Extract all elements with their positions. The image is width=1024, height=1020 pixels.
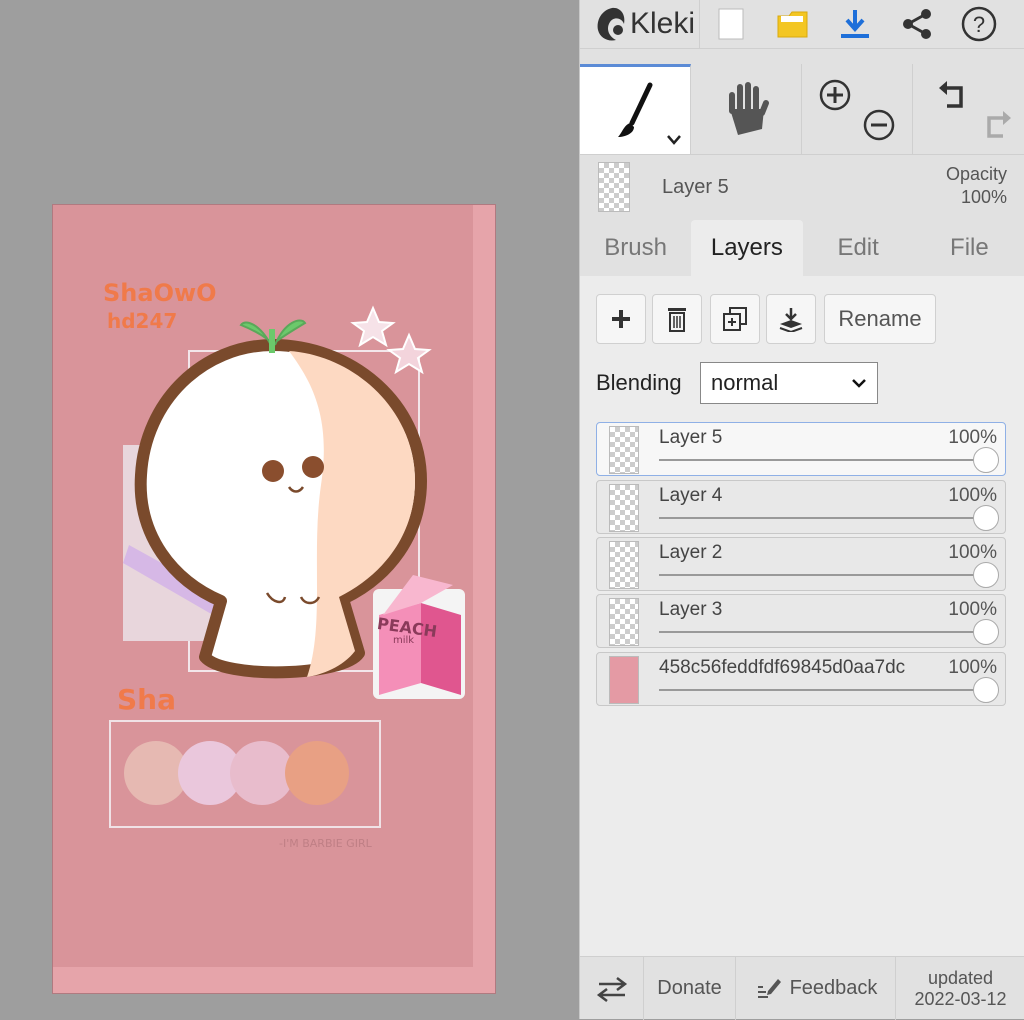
updated-label: updated xyxy=(927,967,994,988)
current-layer-thumbnail xyxy=(598,162,630,212)
duplicate-layer-button[interactable] xyxy=(710,294,760,344)
bottom-bar: Donate Feedback updated 2022-03-12 xyxy=(580,956,1024,1020)
feedback-icon xyxy=(757,978,781,998)
zoom-controls xyxy=(802,64,913,154)
layer-opacity-handle[interactable] xyxy=(973,619,999,645)
zoom-in-icon[interactable] xyxy=(818,78,852,112)
artwork-caption: -I'M BARBIE GIRL xyxy=(279,837,372,850)
merge-down-icon xyxy=(779,308,803,332)
side-panel: Kleki ? Layer 5 Opacity 100% Brush Layer… xyxy=(579,0,1024,1020)
chevron-down-icon xyxy=(852,379,866,388)
layer-name: Layer 4 xyxy=(659,485,723,506)
layer-item[interactable]: 458c56feddfdf69845d0aa7dc 100% xyxy=(596,652,1006,706)
blending-label: Blending xyxy=(596,370,682,395)
undo-icon[interactable] xyxy=(937,78,971,112)
redo-icon[interactable] xyxy=(979,108,1013,142)
rename-layer-button[interactable]: Rename xyxy=(824,294,936,344)
app-name: Kleki xyxy=(630,7,696,40)
swap-arrows-icon xyxy=(596,976,627,1002)
layer-thumbnail xyxy=(609,484,639,532)
layer-opacity: 100% xyxy=(948,542,997,563)
tool-row xyxy=(580,64,1024,155)
artwork-name: ShaOwO xyxy=(103,279,217,307)
layer-opacity: 100% xyxy=(948,657,997,678)
layer-opacity-slider[interactable] xyxy=(659,689,985,691)
svg-text:?: ? xyxy=(973,12,985,37)
layer-thumbnail xyxy=(609,541,639,589)
trash-icon xyxy=(668,308,686,332)
layer-opacity-handle[interactable] xyxy=(973,447,999,473)
layer-opacity-slider[interactable] xyxy=(659,517,985,519)
help-button[interactable]: ? xyxy=(948,0,1010,48)
merge-layer-button[interactable] xyxy=(766,294,816,344)
top-toolbar: Kleki ? xyxy=(580,0,1024,49)
layer-opacity-slider[interactable] xyxy=(659,631,985,633)
layer-opacity-handle[interactable] xyxy=(973,677,999,703)
layer-opacity-handle[interactable] xyxy=(973,562,999,588)
canvas-area[interactable]: ShaOwO hd247 Sha PEACH milk -I'M BARBIE … xyxy=(0,0,579,1019)
drawing-canvas[interactable]: ShaOwO hd247 Sha PEACH milk -I'M BARBIE … xyxy=(52,204,496,994)
delete-layer-button[interactable] xyxy=(652,294,702,344)
milk-label-sub: milk xyxy=(393,635,415,646)
opacity-value: 100% xyxy=(960,187,1007,207)
add-layer-button[interactable] xyxy=(596,294,646,344)
brush-icon xyxy=(618,82,653,137)
tab-edit[interactable]: Edit xyxy=(803,220,914,276)
layer-name: Layer 5 xyxy=(659,427,723,448)
panel-tabs: Brush Layers Edit File xyxy=(580,220,1024,276)
download-icon xyxy=(841,10,869,38)
brush-tool-button[interactable] xyxy=(580,64,691,154)
tab-layers[interactable]: Layers xyxy=(691,220,803,276)
new-file-icon xyxy=(718,8,744,40)
current-layer-info: Layer 5 Opacity 100% xyxy=(580,156,1024,218)
help-icon: ? xyxy=(961,6,997,42)
plus-icon xyxy=(612,310,630,328)
share-button[interactable] xyxy=(886,0,948,48)
open-file-button[interactable] xyxy=(762,0,824,48)
layer-opacity: 100% xyxy=(948,599,997,620)
hand-icon xyxy=(729,82,769,135)
layers-panel: Rename Blending normal Layer 5 100% Laye… xyxy=(580,276,1024,956)
tab-file[interactable]: File xyxy=(914,220,1024,276)
layer-opacity-slider[interactable] xyxy=(659,459,985,461)
tab-brush[interactable]: Brush xyxy=(580,220,691,276)
donate-link[interactable]: Donate xyxy=(644,957,736,1020)
new-image-button[interactable] xyxy=(700,0,762,48)
layer-thumbnail xyxy=(609,426,639,474)
zoom-out-icon[interactable] xyxy=(862,108,896,142)
layer-item[interactable]: Layer 5 100% xyxy=(596,422,1006,476)
layer-thumbnail xyxy=(609,656,639,704)
layer-item[interactable]: Layer 2 100% xyxy=(596,537,1006,591)
artwork-id: hd247 xyxy=(107,309,178,333)
layer-opacity-handle[interactable] xyxy=(973,505,999,531)
duplicate-icon xyxy=(723,307,747,331)
updated-date: 2022-03-12 xyxy=(914,988,1007,1009)
layer-name: 458c56feddfdf69845d0aa7dc xyxy=(659,657,906,678)
chevron-down-icon[interactable] xyxy=(666,134,682,146)
hand-tool-button[interactable] xyxy=(691,64,802,154)
blending-mode-select[interactable]: normal xyxy=(700,362,878,404)
layer-opacity: 100% xyxy=(948,427,997,448)
opacity-label: Opacity xyxy=(945,164,1007,184)
layer-name: Layer 2 xyxy=(659,542,723,563)
app-logo[interactable]: Kleki xyxy=(580,0,700,48)
layer-name: Layer 3 xyxy=(659,599,723,620)
feedback-label: Feedback xyxy=(789,977,878,999)
layer-opacity: 100% xyxy=(948,485,997,506)
save-download-button[interactable] xyxy=(824,0,886,48)
artwork-short-name: Sha xyxy=(117,683,176,716)
history-controls xyxy=(913,64,1024,154)
layer-item[interactable]: Layer 3 100% xyxy=(596,594,1006,648)
layer-opacity-slider[interactable] xyxy=(659,574,985,576)
folder-icon xyxy=(777,11,808,38)
kleki-logo-icon xyxy=(597,7,625,41)
feedback-link[interactable]: Feedback xyxy=(736,957,896,1020)
layer-item[interactable]: Layer 4 100% xyxy=(596,480,1006,534)
changelog-link[interactable]: updated 2022-03-12 xyxy=(896,957,1024,1020)
blending-mode-value: normal xyxy=(711,370,779,395)
swap-ui-side-button[interactable] xyxy=(580,957,644,1020)
current-layer-name: Layer 5 xyxy=(662,176,729,198)
share-icon xyxy=(903,9,931,39)
layer-thumbnail xyxy=(609,598,639,646)
